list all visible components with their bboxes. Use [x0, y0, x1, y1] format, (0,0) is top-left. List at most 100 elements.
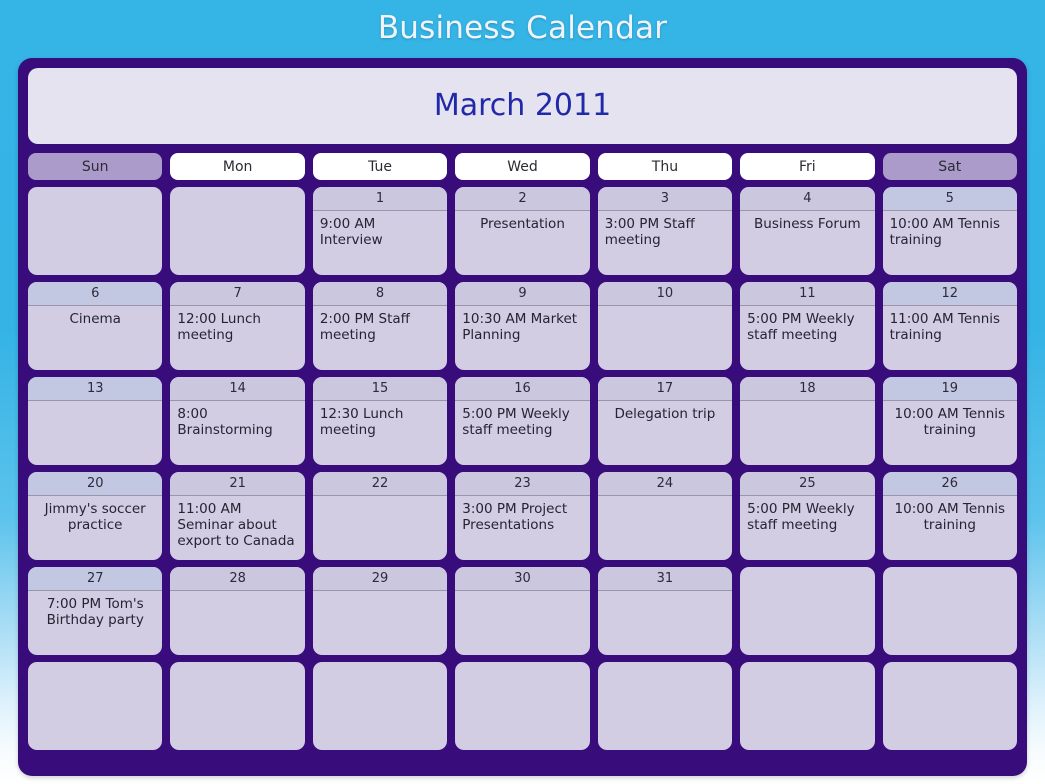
- day-cell-17[interactable]: 17 Delegation trip: [597, 377, 733, 465]
- day-cell-30[interactable]: 30: [455, 567, 590, 655]
- day-cell-empty[interactable]: [312, 662, 448, 750]
- day-number: 18: [740, 377, 875, 401]
- page-title: Business Calendar: [377, 10, 668, 46]
- day-event-text: 9:00 AM Interview: [319, 216, 383, 248]
- day-cell-22[interactable]: 22: [312, 472, 448, 560]
- day-cell-27[interactable]: 27 7:00 PM Tom's Birthday party: [28, 567, 163, 655]
- weekday-header-label: Wed: [507, 158, 538, 175]
- day-number: 17: [597, 377, 733, 401]
- day-number: 12: [882, 282, 1017, 306]
- day-cell-4[interactable]: 4 Business Forum: [740, 187, 875, 275]
- day-number: 20: [28, 472, 163, 496]
- day-cell-19[interactable]: 19 10:00 AM Tennis training: [882, 377, 1017, 465]
- day-cell-15[interactable]: 15 12:30 Lunch meeting: [312, 377, 448, 465]
- day-number: 23: [455, 472, 590, 496]
- day-event-text: 5:00 PM Weekly staff meeting: [747, 311, 855, 343]
- weekday-header-wed[interactable]: Wed: [455, 153, 590, 180]
- day-cell-18[interactable]: 18: [740, 377, 875, 465]
- day-cell-empty[interactable]: [170, 662, 305, 750]
- day-event-text: [313, 591, 447, 655]
- day-cell-empty[interactable]: [597, 662, 733, 750]
- day-cell-9[interactable]: 9 10:30 AM Market Planning: [455, 282, 590, 370]
- weekday-header-fri[interactable]: Fri: [740, 153, 875, 180]
- day-cell-3[interactable]: 3 3:00 PM Staff meeting: [597, 187, 733, 275]
- weekday-header-mon[interactable]: Mon: [170, 153, 305, 180]
- day-event-text: [313, 496, 447, 560]
- calendar-weeks-grid: 1 9:00 AM Interview 2 Presentation 3 3:00 PM …: [28, 187, 1017, 750]
- day-cell-empty[interactable]: [28, 662, 163, 750]
- day-cell-11[interactable]: 11 5:00 PM Weekly staff meeting: [740, 282, 875, 370]
- calendar-frame: March 2011 Sun Mon Tue Wed Thu Fri Sat 1 9:00 A…: [18, 58, 1027, 776]
- day-number: 14: [170, 377, 305, 401]
- day-number: 2: [455, 187, 590, 211]
- day-event-text: [28, 401, 162, 465]
- day-cell-empty[interactable]: [170, 187, 305, 275]
- day-event-text: 5:00 PM Weekly staff meeting: [462, 406, 570, 438]
- weekday-header-label: Tue: [368, 158, 393, 175]
- day-number: 3: [597, 187, 733, 211]
- day-cell-6[interactable]: 6 Cinema: [28, 282, 163, 370]
- day-number: 29: [312, 567, 448, 591]
- weekday-header-label: Fri: [799, 158, 816, 175]
- day-cell-14[interactable]: 14 8:00 Brainstorming: [170, 377, 305, 465]
- day-cell-26[interactable]: 26 10:00 AM Tennis training: [882, 472, 1017, 560]
- weekday-header-sat[interactable]: Sat: [882, 153, 1017, 180]
- calendar-week-row: 6 Cinema 7 12:00 Lunch meeting 8 2:00 PM Staf…: [28, 282, 1017, 370]
- day-number: 7: [170, 282, 305, 306]
- day-cell-31[interactable]: 31: [597, 567, 733, 655]
- day-cell-25[interactable]: 25 5:00 PM Weekly staff meeting: [740, 472, 875, 560]
- day-number: 1: [312, 187, 448, 211]
- day-number: 13: [28, 377, 163, 401]
- day-event-text: Delegation trip: [614, 406, 716, 422]
- calendar-week-row: 1 9:00 AM Interview 2 Presentation 3 3:00 PM …: [28, 187, 1017, 275]
- day-event-text: 12:00 Lunch meeting: [177, 311, 261, 343]
- weekday-header-tue[interactable]: Tue: [312, 153, 448, 180]
- day-cell-28[interactable]: 28: [170, 567, 305, 655]
- day-number: 28: [170, 567, 305, 591]
- day-cell-16[interactable]: 16 5:00 PM Weekly staff meeting: [455, 377, 590, 465]
- day-event-text: 12:30 Lunch meeting: [319, 406, 404, 438]
- day-cell-2[interactable]: 2 Presentation: [455, 187, 590, 275]
- weekday-header-thu[interactable]: Thu: [597, 153, 733, 180]
- day-event-text: [170, 591, 304, 655]
- day-cell-empty[interactable]: [28, 187, 163, 275]
- month-banner: March 2011: [28, 68, 1017, 144]
- day-number: 5: [882, 187, 1017, 211]
- day-cell-empty[interactable]: [882, 662, 1017, 750]
- day-cell-1[interactable]: 1 9:00 AM Interview: [312, 187, 448, 275]
- day-number: 26: [882, 472, 1017, 496]
- day-event-text: 3:00 PM Staff meeting: [604, 216, 695, 248]
- day-cell-13[interactable]: 13: [28, 377, 163, 465]
- day-event-text: 10:00 AM Tennis training: [889, 216, 1001, 248]
- day-number: 10: [597, 282, 733, 306]
- day-cell-20[interactable]: 20 Jimmy's soccer practice: [28, 472, 163, 560]
- calendar-week-row: 27 7:00 PM Tom's Birthday party 28 29 30 31: [28, 567, 1017, 655]
- day-number: 16: [455, 377, 590, 401]
- day-cell-10[interactable]: 10: [597, 282, 733, 370]
- day-cell-5[interactable]: 5 10:00 AM Tennis training: [882, 187, 1017, 275]
- day-event-text: [455, 591, 589, 655]
- calendar-week-row: [28, 662, 1017, 750]
- day-event-text: [598, 306, 732, 370]
- day-cell-24[interactable]: 24: [597, 472, 733, 560]
- day-event-text: 7:00 PM Tom's Birthday party: [46, 596, 144, 628]
- day-cell-empty[interactable]: [740, 567, 875, 655]
- day-cell-23[interactable]: 23 3:00 PM Project Presentations: [455, 472, 590, 560]
- day-event-text: Presentation: [480, 216, 565, 232]
- day-cell-empty[interactable]: [882, 567, 1017, 655]
- day-cell-empty[interactable]: [740, 662, 875, 750]
- weekday-header-label: Thu: [651, 158, 679, 175]
- weekday-header-label: Sat: [938, 158, 962, 175]
- weekday-header-sun[interactable]: Sun: [28, 153, 163, 180]
- weekday-header-label: Mon: [222, 158, 253, 175]
- day-number: 27: [28, 567, 163, 591]
- day-event-text: 8:00 Brainstorming: [177, 406, 273, 438]
- day-cell-8[interactable]: 8 2:00 PM Staff meeting: [312, 282, 448, 370]
- day-cell-21[interactable]: 21 11:00 AM Seminar about export to Canad…: [170, 472, 305, 560]
- day-cell-12[interactable]: 12 11:00 AM Tennis training: [882, 282, 1017, 370]
- weekday-header-label: Sun: [81, 158, 109, 175]
- day-cell-29[interactable]: 29: [312, 567, 448, 655]
- day-cell-7[interactable]: 7 12:00 Lunch meeting: [170, 282, 305, 370]
- calendar-week-row: 20 Jimmy's soccer practice 21 11:00 AM Semi…: [28, 472, 1017, 560]
- day-cell-empty[interactable]: [455, 662, 590, 750]
